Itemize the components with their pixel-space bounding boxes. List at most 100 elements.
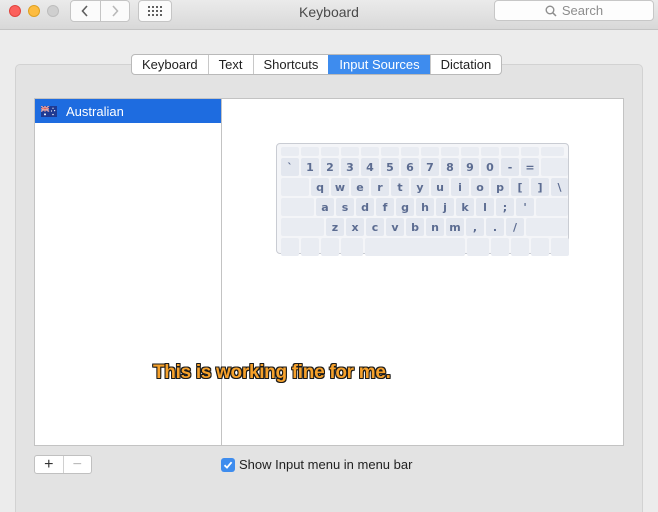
- key: [481, 147, 499, 156]
- key: l: [476, 198, 494, 216]
- key: h: [416, 198, 434, 216]
- key: [541, 147, 564, 156]
- key: [501, 147, 519, 156]
- key: 1: [301, 158, 319, 176]
- key: a: [316, 198, 334, 216]
- key: [381, 147, 399, 156]
- key: [281, 198, 314, 216]
- key: [551, 238, 569, 256]
- key: x: [346, 218, 364, 236]
- key: g: [396, 198, 414, 216]
- title-bar: Keyboard Search: [0, 0, 658, 30]
- top-letter-row: q w e r t y u i o p [ ] \: [281, 178, 568, 196]
- key: [511, 238, 529, 256]
- tab-shortcuts[interactable]: Shortcuts: [252, 55, 329, 74]
- tab-bar: Keyboard Text Shortcuts Input Sources Di…: [131, 54, 503, 75]
- show-input-menu-option[interactable]: Show Input menu in menu bar: [221, 457, 412, 472]
- key: [421, 147, 439, 156]
- key: q: [311, 178, 329, 196]
- key: [541, 158, 568, 176]
- key: m: [446, 218, 464, 236]
- key: [: [511, 178, 529, 196]
- key: \: [551, 178, 568, 196]
- number-key-row: ` 1 2 3 4 5 6 7 8 9 0 - =: [281, 158, 568, 176]
- key: f: [376, 198, 394, 216]
- key: [341, 238, 363, 256]
- key: [521, 147, 539, 156]
- space-key-row: [281, 238, 569, 256]
- key: s: [336, 198, 354, 216]
- list-item-australian[interactable]: Australian: [35, 99, 222, 123]
- search-placeholder: Search: [561, 3, 604, 18]
- search-input[interactable]: Search: [494, 0, 654, 21]
- key: /: [506, 218, 524, 236]
- australian-flag-icon: [41, 105, 57, 117]
- key: 5: [381, 158, 399, 176]
- input-sources-list: Australian: [34, 98, 222, 446]
- key: ;: [496, 198, 514, 216]
- key: [467, 238, 489, 256]
- add-remove-buttons: + −: [34, 455, 92, 474]
- key: v: [386, 218, 404, 236]
- key: [531, 238, 549, 256]
- key: c: [366, 218, 384, 236]
- key: b: [406, 218, 424, 236]
- key: r: [371, 178, 389, 196]
- key: [341, 147, 359, 156]
- key: ': [516, 198, 534, 216]
- key: [536, 198, 568, 216]
- key: e: [351, 178, 369, 196]
- key: [441, 147, 459, 156]
- key: 2: [321, 158, 339, 176]
- bottom-letter-row: z x c v b n m , . /: [281, 218, 568, 236]
- space-key: [365, 238, 465, 256]
- key: ,: [466, 218, 484, 236]
- tab-text[interactable]: Text: [207, 55, 253, 74]
- key: 0: [481, 158, 499, 176]
- key: 6: [401, 158, 419, 176]
- show-input-menu-checkbox[interactable]: [221, 457, 235, 472]
- key: u: [431, 178, 449, 196]
- key: [321, 147, 339, 156]
- key: w: [331, 178, 349, 196]
- key: [281, 218, 324, 236]
- key: [461, 147, 479, 156]
- key: [321, 238, 339, 256]
- key: [526, 218, 568, 236]
- tab-keyboard[interactable]: Keyboard: [132, 55, 208, 74]
- key: k: [456, 198, 474, 216]
- keyboard-layout-preview: ` 1 2 3 4 5 6 7 8 9 0 - = q w e r t y u …: [276, 143, 569, 256]
- key: 7: [421, 158, 439, 176]
- key: t: [391, 178, 409, 196]
- remove-input-source-button[interactable]: −: [62, 456, 92, 473]
- key: [281, 147, 299, 156]
- home-letter-row: a s d f g h j k l ; ': [281, 198, 568, 216]
- list-item-label: Australian: [66, 103, 124, 119]
- key: 3: [341, 158, 359, 176]
- key: 9: [461, 158, 479, 176]
- key: j: [436, 198, 454, 216]
- key: i: [451, 178, 469, 196]
- key: o: [471, 178, 489, 196]
- key: -: [501, 158, 519, 176]
- key: .: [486, 218, 504, 236]
- key: =: [521, 158, 539, 176]
- key: [361, 147, 379, 156]
- search-icon: [545, 5, 557, 17]
- key: [301, 147, 319, 156]
- tab-input-sources[interactable]: Input Sources: [328, 55, 430, 74]
- function-key-row: [281, 147, 564, 156]
- add-input-source-button[interactable]: +: [35, 456, 63, 473]
- key: [281, 238, 299, 256]
- key: p: [491, 178, 509, 196]
- key: [491, 238, 509, 256]
- show-input-menu-label: Show Input menu in menu bar: [239, 457, 413, 472]
- annotation-caption: This is working fine for me.: [153, 362, 391, 383]
- key: [401, 147, 419, 156]
- key: [301, 238, 319, 256]
- tab-dictation[interactable]: Dictation: [429, 55, 502, 74]
- key: z: [326, 218, 344, 236]
- key: ]: [531, 178, 549, 196]
- checkmark-icon: [223, 461, 233, 469]
- key: y: [411, 178, 429, 196]
